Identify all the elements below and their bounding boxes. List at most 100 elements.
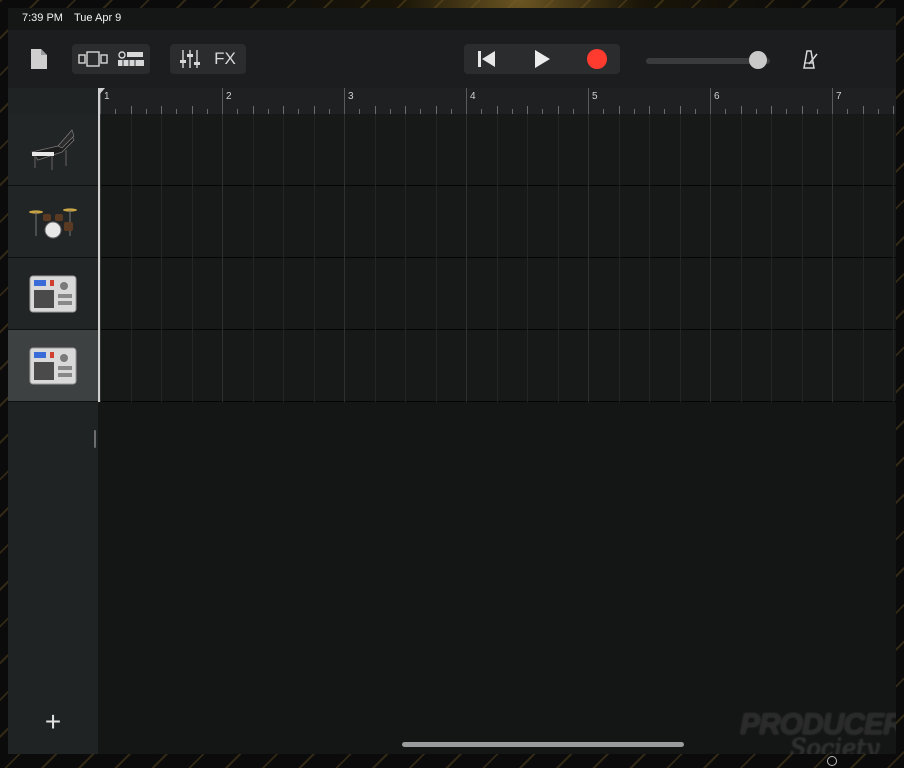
status-date: Tue Apr 9 [74, 12, 122, 24]
play-button[interactable] [519, 44, 565, 74]
metronome-icon [803, 50, 818, 69]
ruler-tick [679, 106, 681, 114]
track-view-button[interactable] [76, 44, 110, 74]
ruler-tick [252, 106, 254, 114]
ruler-tick [618, 106, 620, 114]
ruler-tick [496, 106, 498, 114]
transport-group [464, 44, 620, 74]
ruler-tick [405, 106, 406, 114]
ruler-tick [161, 106, 162, 114]
ruler-tick [130, 106, 132, 114]
grid-bar-line [588, 114, 589, 402]
grid-bar-line [832, 114, 833, 402]
track-view-icon [78, 51, 108, 67]
master-volume-slider[interactable] [646, 51, 770, 69]
view-toggle-group [72, 44, 150, 74]
record-icon [587, 49, 607, 69]
ruler-tick [313, 106, 315, 114]
playhead-handle[interactable] [98, 88, 105, 96]
fx-button[interactable]: FX [206, 44, 244, 74]
grid-beat-line [313, 114, 315, 402]
grid-beat-line [801, 114, 803, 402]
status-bar: 7:39 PM Tue Apr 9 [8, 8, 896, 30]
volume-knob[interactable] [748, 51, 767, 69]
editor-icon [118, 51, 144, 66]
track-header-beat-sequencer[interactable] [8, 258, 98, 330]
ruler-bar-number: 6 [714, 91, 720, 102]
record-button[interactable] [574, 44, 620, 74]
mixer-button[interactable] [174, 44, 206, 74]
timeline-ruler[interactable]: 1234567 [98, 88, 896, 114]
ruler-tick [649, 106, 650, 114]
grid-beat-line [435, 114, 437, 402]
grid-bar-line [710, 114, 711, 402]
grid-beat-line [893, 114, 894, 402]
drum-machine-icon [29, 275, 77, 313]
ruler-bar-number: 5 [592, 91, 598, 102]
my-songs-button[interactable] [26, 44, 52, 74]
document-icon [31, 49, 47, 69]
ruler-bar-line [222, 88, 223, 114]
track-header-beat-sequencer-2[interactable] [8, 330, 98, 402]
mixer-fx-group: FX [170, 44, 246, 74]
toolbar: FX [8, 30, 896, 88]
ruler-tick [527, 106, 528, 114]
grid-beat-line [405, 114, 406, 402]
go-to-beginning-icon [478, 51, 495, 67]
grid-beat-line [161, 114, 162, 402]
grid-beat-line [771, 114, 772, 402]
ruler-bar-line [832, 88, 833, 114]
garageband-window: 7:39 PM Tue Apr 9 FX 1 2 3 4 5 6 7 + PRO… [8, 8, 896, 754]
ruler-bar-line [710, 88, 711, 114]
ruler-tick [740, 106, 742, 114]
grid-beat-line [740, 114, 742, 402]
grid-beat-line [649, 114, 650, 402]
grid-beat-line [557, 114, 559, 402]
drum-machine-icon [29, 347, 77, 385]
drum-kit-icon [29, 208, 77, 239]
ruler-bar-line [466, 88, 467, 114]
grid-beat-line [191, 114, 193, 402]
grid-beat-line [618, 114, 620, 402]
grid-bar-line [100, 114, 101, 402]
track-header-drums[interactable] [8, 186, 98, 258]
watermark-logo: PRODUCER Society [740, 708, 896, 754]
ruler-tick [893, 106, 894, 114]
ruler-bar-line [344, 88, 345, 114]
grid-bar-line [344, 114, 345, 402]
ruler-bar-line [588, 88, 589, 114]
ruler-tick [557, 106, 559, 114]
editor-button[interactable] [114, 44, 148, 74]
ruler-bar-number: 4 [470, 91, 476, 102]
watermark-line2: Society [790, 734, 880, 754]
column-resize-handle[interactable] [94, 430, 96, 448]
ruler-bar-number: 2 [226, 91, 232, 102]
grid-beat-line [862, 114, 864, 402]
grand-piano-icon [31, 129, 75, 170]
go-to-beginning-button[interactable] [464, 44, 510, 74]
grid-beat-line [496, 114, 498, 402]
metronome-button[interactable] [794, 44, 824, 74]
grid-bar-line [222, 114, 223, 402]
grid-beat-line [283, 114, 284, 402]
grid-beat-line [527, 114, 528, 402]
ruler-tick [435, 106, 437, 114]
ruler-tick [374, 106, 376, 114]
grid-beat-line [679, 114, 681, 402]
ruler-bar-number: 7 [836, 91, 842, 102]
playhead[interactable] [98, 88, 100, 402]
ruler-tick [862, 106, 864, 114]
assistive-touch-dot[interactable] [827, 756, 837, 766]
ruler-tick [283, 106, 284, 114]
grid-beat-line [374, 114, 376, 402]
track-header-column: + [8, 88, 98, 754]
track-header-piano[interactable] [8, 114, 98, 186]
ruler-tick [191, 106, 193, 114]
ruler-bar-number: 3 [348, 91, 354, 102]
add-track-button[interactable]: + [38, 708, 68, 738]
track-lanes-area[interactable] [98, 114, 896, 754]
play-icon [535, 50, 550, 68]
ruler-tick [801, 106, 803, 114]
home-indicator[interactable] [402, 742, 684, 747]
grid-bar-line [466, 114, 467, 402]
